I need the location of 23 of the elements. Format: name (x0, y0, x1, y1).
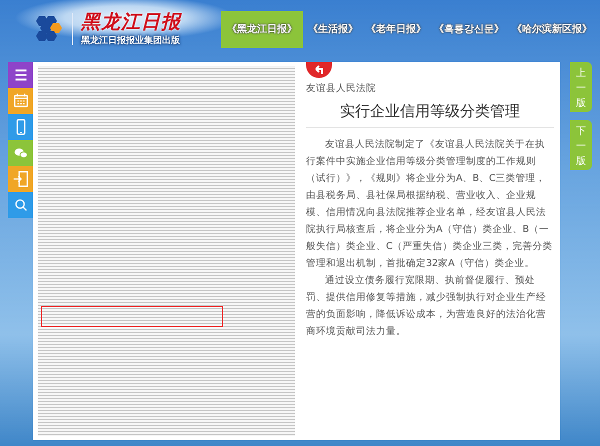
document-import-icon (10, 169, 30, 189)
page-nav-button[interactable]: 上一版 (570, 62, 592, 112)
article-source: 友谊县人民法院 (306, 82, 377, 96)
hexagon-logo-icon (34, 14, 64, 44)
article-title: 实行企业信用等级分类管理 (306, 100, 554, 128)
back-arrow-icon (313, 65, 325, 75)
page-nav-button[interactable]: 下一版 (570, 120, 592, 170)
newspaper-tab[interactable]: 《生活报》 (305, 10, 361, 48)
article-highlight[interactable] (41, 306, 223, 327)
newspaper-logo: 黑龙江日报 (81, 12, 181, 32)
menu-button[interactable] (8, 62, 33, 88)
article-paragraph: 友谊县人民法院制定了《友谊县人民法院关于在执行案件中实施企业信用等级分类管理制度的工作规则（试行）》，《规则》将企业分为A、B、C三类管理，由县税务局、县社保局根据纳税、营业收入、企业规模、信用情况向县法院推荐企业名单，经友谊县人民法院执行局核查后，将企业分为A（守信）类企业、B（一般失信）类企业、C（严重失信）类企业三类，完善分类管理和退出机制，首批确定32家A（守信）类企业。 (306, 138, 554, 271)
document-import-button[interactable] (8, 166, 33, 192)
back-button[interactable] (306, 62, 332, 78)
newspaper-tab[interactable]: 《哈尔滨新区报》 (509, 10, 595, 48)
newspaper-tab[interactable]: 《黑龙江日报》 (221, 10, 303, 48)
phone-button[interactable] (8, 114, 33, 140)
article-paragraph: 通过设立债务履行宽限期、执前督促履行、预处罚、提供信用修复等措施，减少强制执行对企业生产经营的负面影响，降低诉讼成本，为营造良好的法治化营商环境贡献司法力量。 (306, 274, 547, 339)
newspaper-tab[interactable]: 《老年日报》 (363, 10, 429, 48)
chat-button[interactable] (8, 140, 33, 166)
search-button[interactable] (8, 192, 33, 218)
newspaper-tab[interactable]: 《흑룡강신문》 (431, 10, 507, 48)
publisher-subtitle: 黑龙江日报报业集团出版 (81, 36, 181, 46)
